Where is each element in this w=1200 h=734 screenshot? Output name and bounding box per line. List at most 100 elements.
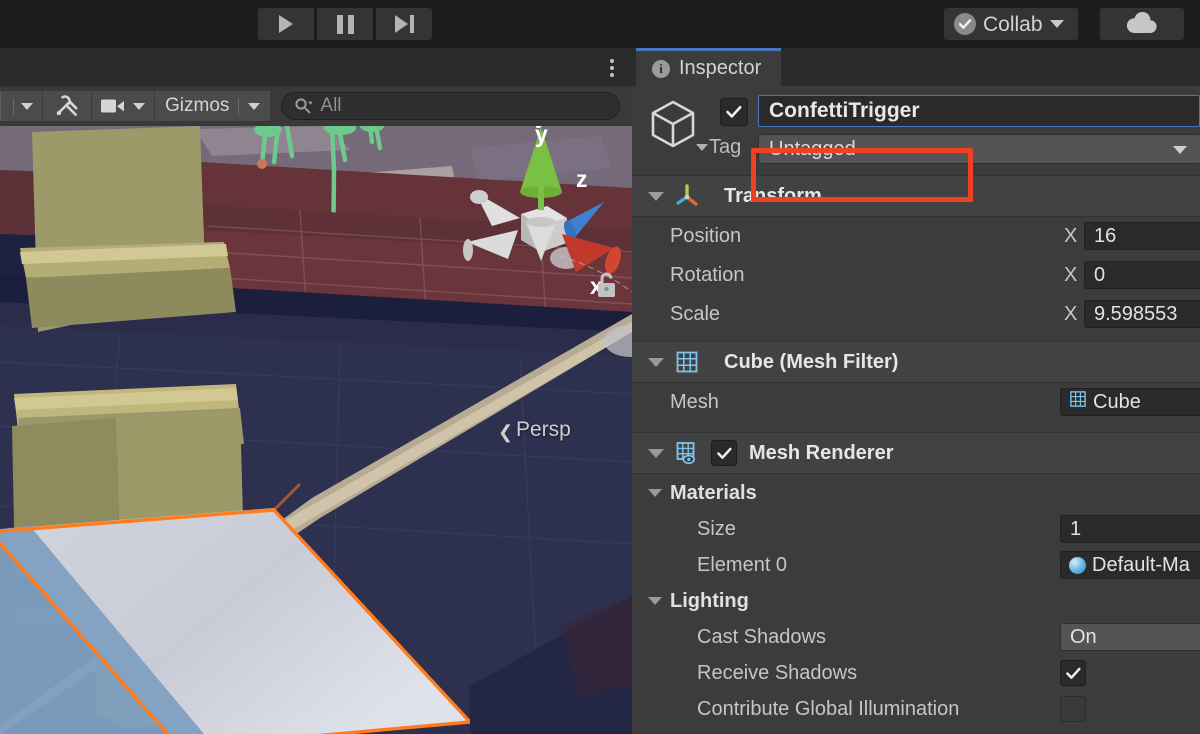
- mesh-filter-grid-icon: [674, 350, 700, 374]
- triangle-down-icon[interactable]: [648, 597, 662, 605]
- position-x-input[interactable]: 16: [1084, 222, 1200, 250]
- more-options-icon[interactable]: [608, 57, 616, 79]
- component-header-mesh-renderer[interactable]: Mesh Renderer: [632, 432, 1200, 474]
- chevron-down-icon[interactable]: [696, 144, 708, 151]
- row-materials-size: Size 1: [632, 510, 1200, 548]
- chevron-down-icon: [1049, 20, 1064, 28]
- check-circle-icon: [954, 13, 976, 35]
- material-value: Default-Ma: [1092, 553, 1190, 576]
- scene-view-panel: Gizmos All z x y ❮ Persp: [0, 48, 632, 734]
- scene-search-input[interactable]: All: [281, 92, 620, 120]
- tools-wrench-icon: [56, 95, 78, 116]
- contribute-gi-checkbox[interactable]: [1060, 696, 1086, 722]
- mesh-object-field[interactable]: Cube: [1060, 388, 1200, 416]
- scene-render: y z x y: [0, 126, 632, 734]
- mesh-renderer-icon: [674, 441, 700, 465]
- inspector-body: ConfettiTrigger Tag Untagged La: [632, 86, 1200, 734]
- inspector-panel: i Inspector ConfettiTrigger Tag Untagged…: [632, 48, 1200, 734]
- top-toolbar: Collab: [0, 0, 1200, 49]
- cloud-icon: [1126, 12, 1157, 34]
- axis-label-x: X: [1064, 263, 1078, 286]
- scale-x-input[interactable]: 9.598553: [1084, 300, 1200, 328]
- mesh-renderer-enabled-checkbox[interactable]: [711, 440, 737, 466]
- component-header-mesh-filter[interactable]: Cube (Mesh Filter): [632, 341, 1200, 383]
- chevron-down-icon: [248, 102, 261, 110]
- triangle-down-icon[interactable]: [648, 489, 662, 497]
- scene-tools-button[interactable]: [43, 91, 91, 121]
- unlocked-padlock-icon[interactable]: [593, 270, 621, 305]
- axis-label-x: X: [1064, 302, 1078, 325]
- tab-inspector[interactable]: i Inspector: [636, 48, 782, 86]
- scene-tab-row: [0, 48, 632, 86]
- tag-label: Tag: [709, 136, 742, 158]
- tag-value: Untagged: [769, 137, 856, 160]
- step-icon: [394, 15, 414, 33]
- row-contribute-gi: Contribute Global Illumination: [632, 690, 1200, 728]
- group-lighting[interactable]: Lighting: [632, 582, 1200, 620]
- mesh-grid-icon: [1069, 390, 1087, 414]
- triangle-down-icon[interactable]: [648, 191, 664, 201]
- tag-dropdown[interactable]: Untagged: [758, 134, 1200, 164]
- cloud-services-button[interactable]: [1100, 8, 1184, 40]
- group-materials[interactable]: Materials: [632, 474, 1200, 512]
- check-icon: [1065, 667, 1081, 679]
- chevron-down-icon: [1173, 146, 1187, 154]
- label-receive-shadows: Receive Shadows: [697, 661, 858, 684]
- label-size: Size: [697, 517, 736, 540]
- material-object-field[interactable]: Default-Ma: [1060, 551, 1200, 579]
- label-position: Position: [670, 224, 742, 247]
- divider: [238, 97, 240, 115]
- gameobject-header: ConfettiTrigger Tag Untagged La: [632, 86, 1200, 176]
- row-cast-shadows: Cast Shadows On: [632, 618, 1200, 656]
- row-rotation: Rotation X 0: [632, 256, 1200, 294]
- group-title-lighting: Lighting: [670, 589, 749, 612]
- label-mesh: Mesh: [670, 390, 719, 413]
- gizmos-dropdown[interactable]: Gizmos: [155, 91, 271, 121]
- check-icon: [716, 447, 732, 459]
- camera-icon: [101, 99, 124, 113]
- label-element-0: Element 0: [697, 553, 788, 576]
- component-title-mesh-renderer: Mesh Renderer: [749, 441, 894, 464]
- axis-label-x: X: [1064, 224, 1078, 247]
- materials-size-input[interactable]: 1: [1060, 515, 1200, 543]
- search-icon: [295, 98, 313, 114]
- playback-controls: [258, 8, 432, 40]
- label-contribute-global-illumination: Contribute Global Illumination: [697, 697, 960, 720]
- divider: [13, 97, 14, 115]
- group-title-materials: Materials: [670, 481, 757, 504]
- label-rotation: Rotation: [670, 263, 745, 286]
- scene-toolbar: Gizmos All: [0, 86, 632, 126]
- triangle-down-icon[interactable]: [648, 448, 664, 458]
- play-button[interactable]: [258, 8, 314, 40]
- material-sphere-icon: [1069, 556, 1086, 574]
- component-header-transform[interactable]: Transform: [632, 175, 1200, 217]
- gizmo-label-z: z: [576, 166, 588, 192]
- tab-inspector-label: Inspector: [679, 57, 762, 79]
- triangle-down-icon[interactable]: [648, 357, 664, 367]
- gizmos-label: Gizmos: [165, 95, 230, 116]
- row-mesh: Mesh Cube: [632, 383, 1200, 421]
- svg-text:y: y: [535, 126, 548, 147]
- pause-button[interactable]: [317, 8, 373, 40]
- check-icon: [726, 105, 742, 118]
- cast-shadows-dropdown[interactable]: On: [1060, 623, 1200, 651]
- scene-viewport[interactable]: y z x y ❮ Persp: [0, 126, 632, 734]
- row-position: Position X 16: [632, 217, 1200, 255]
- gameobject-name-input[interactable]: ConfettiTrigger: [758, 95, 1200, 127]
- collab-label: Collab: [983, 12, 1043, 36]
- row-receive-shadows: Receive Shadows: [632, 654, 1200, 692]
- step-button[interactable]: [376, 8, 432, 40]
- scene-search-wrap: All: [271, 92, 632, 120]
- scene-search-value: All: [320, 95, 342, 116]
- rotation-x-input[interactable]: 0: [1084, 261, 1200, 289]
- chevron-down-icon: [133, 102, 145, 110]
- info-icon: i: [652, 59, 670, 78]
- receive-shadows-checkbox[interactable]: [1060, 660, 1086, 686]
- transform-axes-icon: [674, 183, 700, 209]
- pause-icon: [336, 14, 354, 34]
- draw-mode-dropdown[interactable]: [0, 91, 42, 121]
- row-materials-element0: Element 0 Default-Ma: [632, 546, 1200, 584]
- scene-camera-dropdown[interactable]: [92, 91, 154, 121]
- collab-button[interactable]: Collab: [944, 8, 1078, 40]
- gameobject-enabled-checkbox[interactable]: [720, 98, 748, 126]
